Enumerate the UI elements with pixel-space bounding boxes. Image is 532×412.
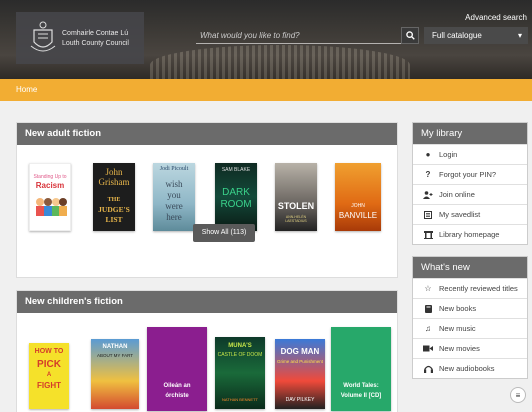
council-name-english: Louth County Council <box>62 40 129 47</box>
book-cover[interactable]: STOLEN ANN-HELÉN LAESTADIUS <box>275 163 317 231</box>
building-icon <box>422 230 434 239</box>
my-library-title: My library <box>413 123 527 144</box>
search-icon <box>405 31 415 40</box>
sidebar-item-new-music[interactable]: ♫ New music <box>413 318 527 338</box>
sidebar-item-recently-reviewed[interactable]: ☆ Recently reviewed titles <box>413 278 527 298</box>
breadcrumb-home[interactable]: Home <box>16 85 37 94</box>
question-icon: ? <box>425 170 431 179</box>
book-cover[interactable]: NATHAN ABOUT MY FART <box>91 339 139 409</box>
sidebar-item-new-books[interactable]: New books <box>413 298 527 318</box>
headphones-icon <box>422 365 434 373</box>
sidebar-item-login[interactable]: ● Login <box>413 144 527 164</box>
adult-fiction-title: New adult fiction <box>17 123 397 145</box>
breadcrumb: Home <box>0 79 532 101</box>
crest-icon <box>30 21 56 52</box>
chat-button[interactable]: ≡ <box>510 387 526 403</box>
sidebar-item-forgot-pin[interactable]: ? Forgot your PIN? <box>413 164 527 184</box>
children-illustration-icon <box>36 198 67 216</box>
childrens-fiction-panel: New children's fiction HOW TO PICK A FIG… <box>16 290 398 412</box>
search-button[interactable] <box>401 27 419 44</box>
book-cover[interactable]: SAM BLAKE DARK ROOM <box>215 163 257 231</box>
music-icon: ♫ <box>425 324 431 333</box>
book-cover[interactable]: JOHN BANVILLE <box>335 163 381 231</box>
user-plus-icon <box>422 190 434 199</box>
sidebar-item-join-online[interactable]: Join online <box>413 184 527 204</box>
star-icon: ☆ <box>424 284 432 293</box>
whats-new-panel: What's new ☆ Recently reviewed titles Ne… <box>412 256 528 379</box>
whats-new-title: What's new <box>413 257 527 278</box>
book-cover[interactable]: MUNA'S CASTLE OF DOOM NATHAN BENNETT <box>215 337 265 409</box>
chat-icon: ≡ <box>515 390 521 400</box>
adult-fiction-panel: New adult fiction Standing Up to Racism … <box>16 122 398 278</box>
advanced-search-link[interactable]: Advanced search <box>465 13 527 22</box>
council-name-irish: Comhairle Contae Lú <box>62 30 129 37</box>
show-all-button[interactable]: Show All (113) <box>193 224 255 242</box>
video-icon <box>422 345 434 352</box>
book-cover[interactable]: DOG MAN Grime and Punishment DAV PILKEY <box>275 339 325 409</box>
childrens-fiction-title: New children's fiction <box>17 291 397 313</box>
book-icon <box>422 304 434 313</box>
catalogue-select-value: Full catalogue <box>432 31 482 40</box>
site-header: Comhairle Contae Lú Louth County Council… <box>0 0 532 79</box>
sidebar-item-savedlist[interactable]: My savedlist <box>413 204 527 224</box>
book-cover[interactable]: World Tales: Volume II [CD] <box>331 327 391 411</box>
chevron-down-icon: ▾ <box>517 31 522 40</box>
book-cover[interactable]: HOW TO PICK A FIGHT <box>29 343 69 409</box>
my-library-panel: My library ● Login ? Forgot your PIN? Jo… <box>412 122 528 245</box>
sidebar-item-library-homepage[interactable]: Library homepage <box>413 224 527 244</box>
sidebar-item-new-movies[interactable]: New movies <box>413 338 527 358</box>
user-circle-icon: ● <box>425 150 431 159</box>
book-cover[interactable]: Oileán an órchiste <box>147 327 207 411</box>
council-logo[interactable]: Comhairle Contae Lú Louth County Council <box>16 12 144 64</box>
search-input[interactable] <box>196 27 401 44</box>
book-cover[interactable]: Standing Up to Racism <box>29 163 71 231</box>
list-icon <box>422 210 434 219</box>
book-cover[interactable]: John Grisham THE JUDGE'S LIST <box>93 163 135 231</box>
book-cover[interactable]: Jodi Picoult wish you were here <box>153 163 195 231</box>
catalogue-select[interactable]: Full catalogue ▾ <box>424 27 528 44</box>
sidebar-item-new-audiobooks[interactable]: New audiobooks <box>413 358 527 378</box>
